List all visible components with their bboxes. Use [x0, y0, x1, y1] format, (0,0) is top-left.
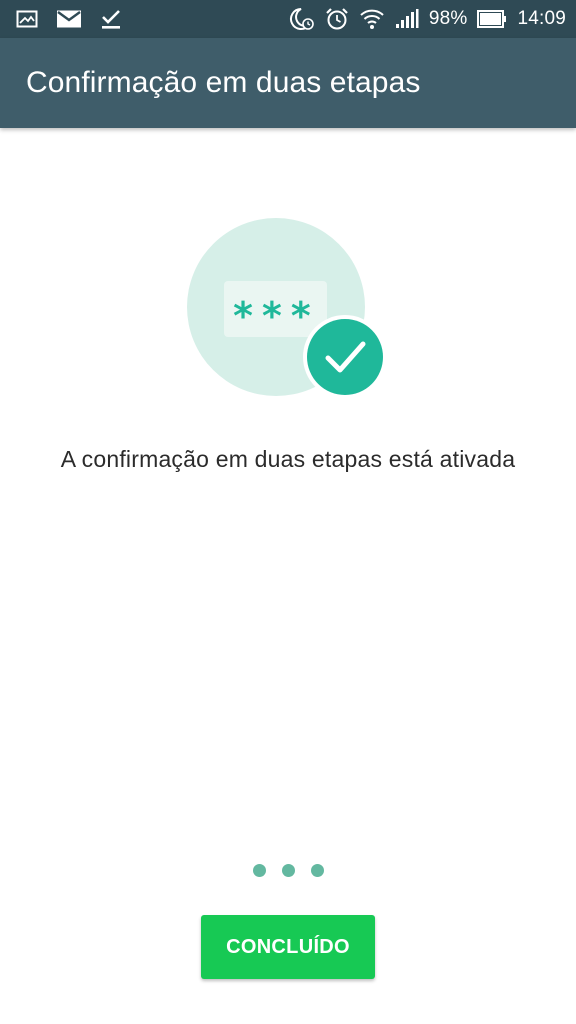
status-bar-system: 98% 14:09: [289, 7, 566, 31]
page-title: Confirmação em duas etapas: [26, 66, 421, 99]
page-indicator-dot: [252, 864, 266, 877]
page-indicator-dot: [310, 864, 324, 877]
two-step-illustration: ***: [186, 218, 386, 398]
app-bar: Confirmação em duas etapas: [0, 38, 576, 128]
signal-icon: [395, 9, 419, 29]
wifi-icon: [359, 8, 385, 30]
image-icon: [16, 9, 38, 29]
alarm-icon: [325, 7, 349, 31]
done-button[interactable]: CONCLUÍDO: [201, 915, 375, 979]
status-bar: 98% 14:09: [0, 0, 576, 38]
checkmark-download-icon: [100, 8, 122, 30]
clock: 14:09: [517, 8, 566, 29]
mail-icon: [56, 9, 82, 29]
page-indicator: [0, 864, 576, 877]
status-bar-notifications: [16, 8, 122, 30]
battery-percentage: 98%: [428, 8, 468, 29]
page-indicator-dot: [281, 864, 295, 877]
moon-clock-icon: [289, 7, 315, 31]
battery-icon: [477, 10, 507, 28]
status-message: A confirmação em duas etapas está ativad…: [60, 446, 516, 472]
password-mask: ***: [232, 294, 319, 338]
